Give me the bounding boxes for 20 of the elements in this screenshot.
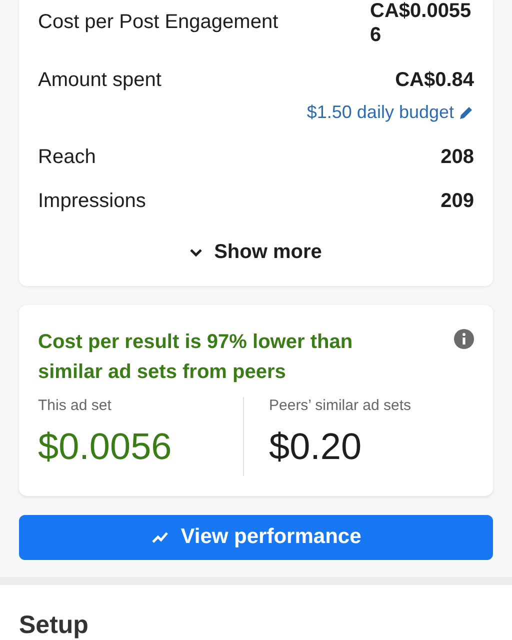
- metric-label: Amount spent: [38, 68, 162, 92]
- comparison-headline: Cost per result is 97% lower than similar ad sets from peers: [38, 330, 354, 385]
- metric-label: Impressions: [38, 189, 146, 213]
- metric-value: 209: [440, 189, 474, 213]
- metric-value: CA$0.00556: [370, 0, 472, 47]
- daily-budget-link[interactable]: $1.50 daily budget: [306, 102, 474, 123]
- metric-label: Cost per Post Engagement: [38, 10, 278, 34]
- stat-label: Peers’ similar ad sets: [269, 397, 412, 414]
- chevron-down-icon: [190, 248, 202, 256]
- stat-value: $0.20: [269, 426, 363, 468]
- metric-value: CA$0.84: [395, 68, 474, 92]
- show-more-button[interactable]: Show more: [190, 229, 322, 286]
- stat-value: $0.0056: [38, 426, 173, 468]
- metric-value: 208: [440, 145, 474, 169]
- pencil-icon: [458, 104, 474, 120]
- stat-label: This ad set: [38, 397, 112, 414]
- section-title: Setup: [19, 611, 88, 639]
- metric-label: Reach: [38, 145, 96, 169]
- info-icon[interactable]: [454, 329, 474, 349]
- view-performance-button[interactable]: View performance: [19, 515, 493, 560]
